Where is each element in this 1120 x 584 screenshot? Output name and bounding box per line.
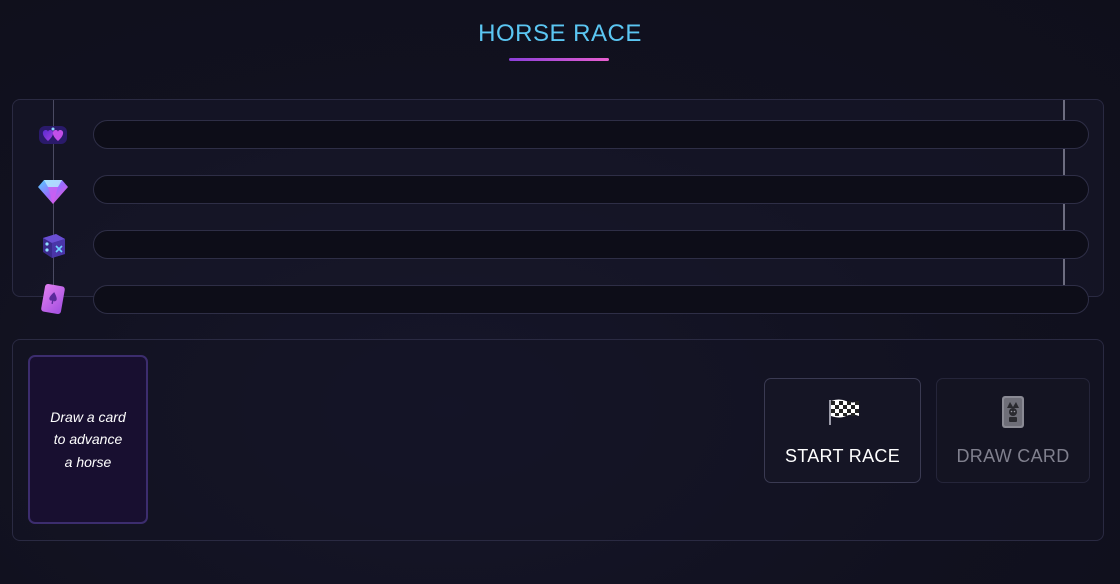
draw-card-button[interactable]: DRAW CARD: [936, 378, 1090, 483]
lane-3: [93, 230, 1089, 259]
title-underline: [509, 58, 609, 61]
lane-4: [93, 285, 1089, 314]
draw-card-label: DRAW CARD: [956, 446, 1070, 466]
dice-icon: [36, 228, 70, 262]
diamond-icon: [36, 174, 70, 208]
hearts-icon: [36, 118, 70, 152]
page-title: HORSE RACE: [478, 20, 642, 47]
lane-2: [93, 175, 1089, 204]
joker-card-icon: [1000, 395, 1026, 429]
start-race-label: START RACE: [784, 446, 901, 466]
card-slot-hint-line1: Draw a card: [50, 408, 126, 425]
checkered-flag-icon: [825, 395, 861, 429]
card-slot: Draw a card to advance a horse: [28, 355, 148, 524]
spade-card-icon: [36, 282, 70, 316]
lane-1: [93, 120, 1089, 149]
card-slot-hint-line2: to advance: [53, 431, 123, 448]
start-race-button[interactable]: START RACE: [764, 378, 921, 483]
card-slot-hint-line3: a horse: [64, 453, 112, 470]
